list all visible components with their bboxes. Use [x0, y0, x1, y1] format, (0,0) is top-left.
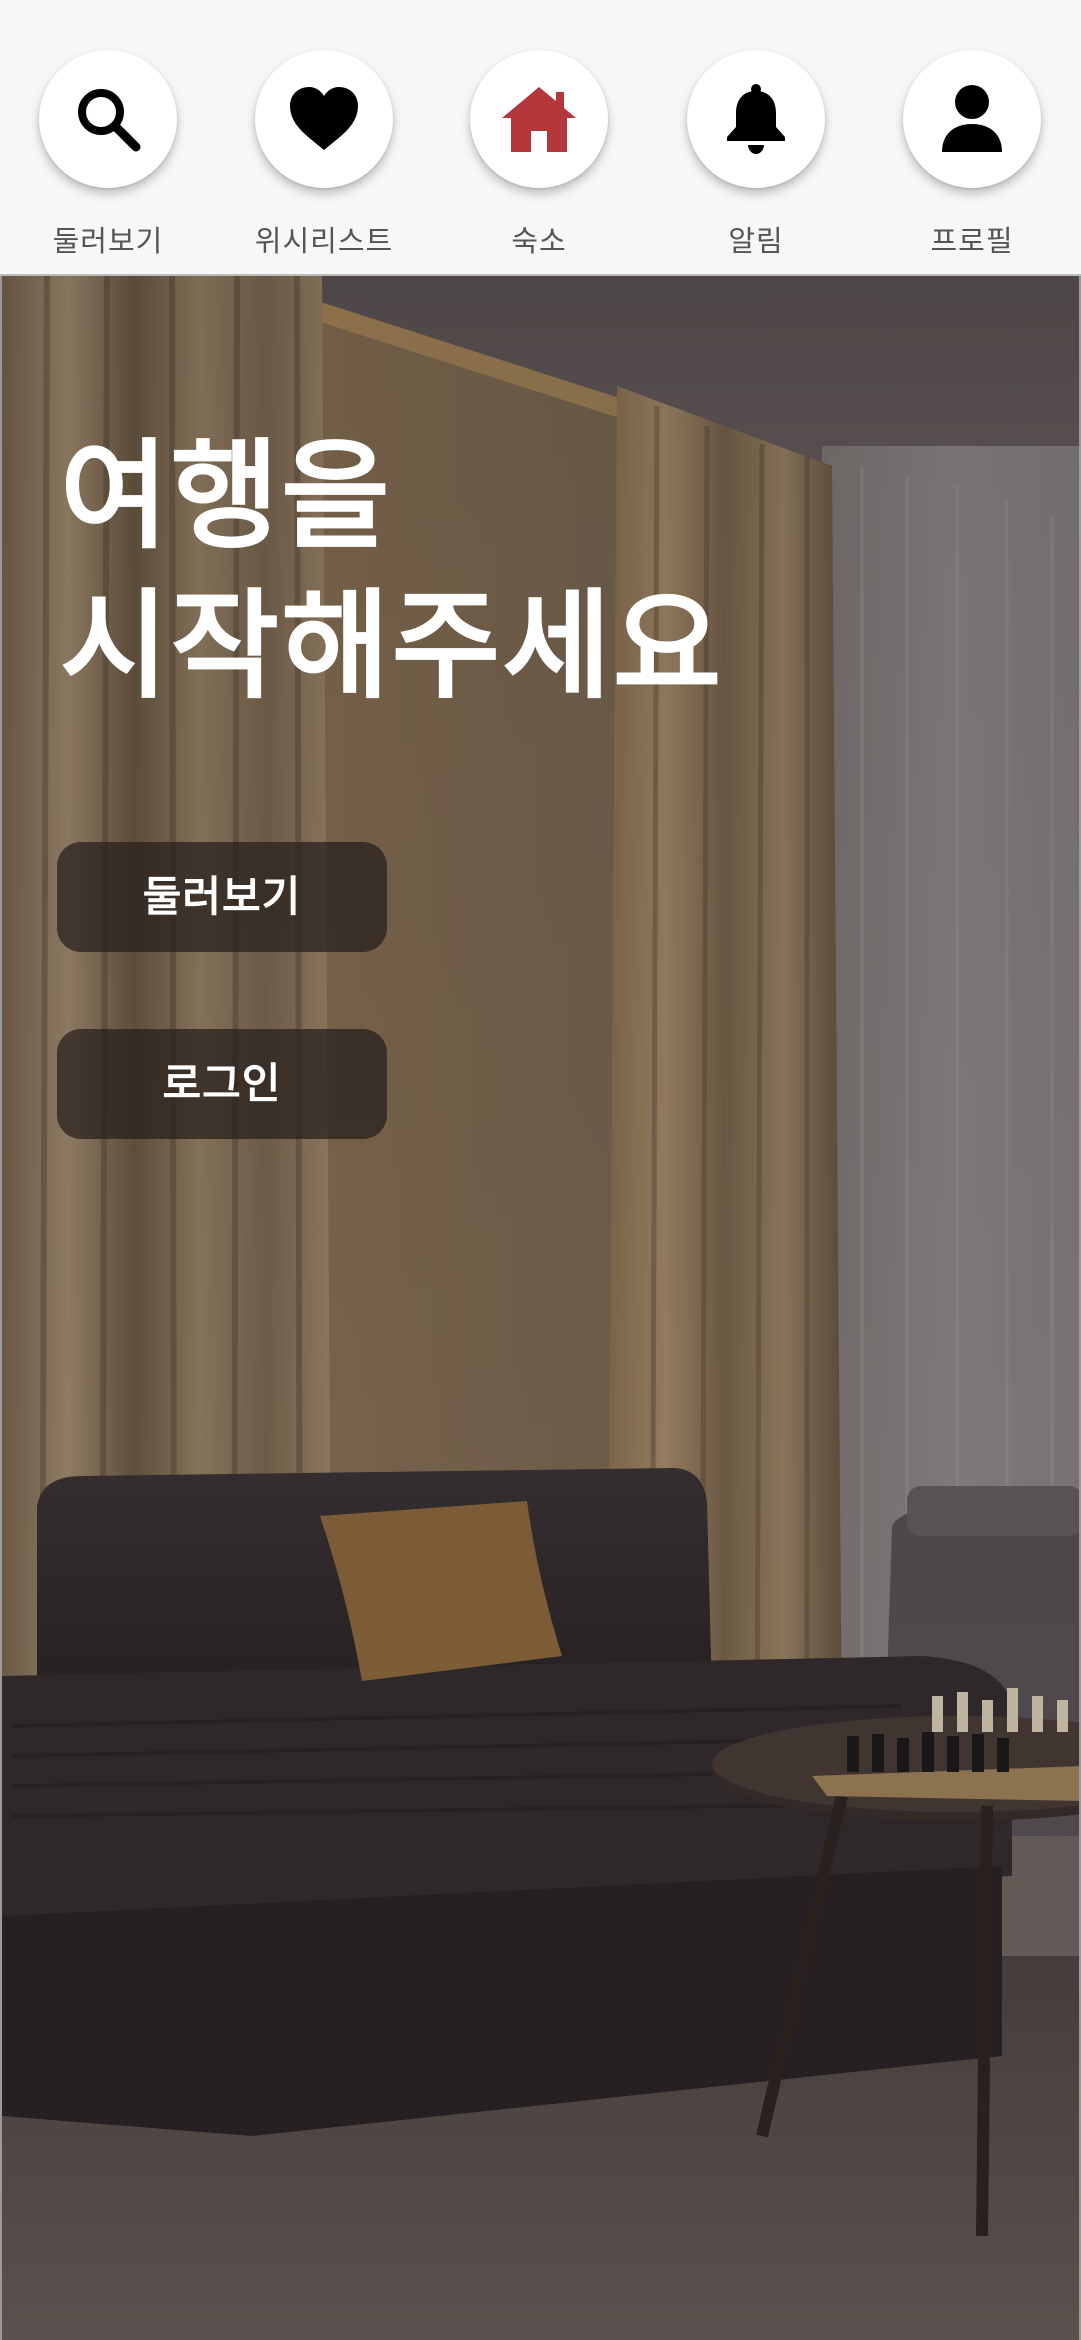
tab-explore-label: 둘러보기: [52, 224, 164, 258]
tab-explore-button[interactable]: [39, 50, 177, 188]
home-icon: [502, 87, 576, 152]
tab-profile[interactable]: 프로필: [872, 50, 1072, 260]
hero-section: 여행을 시작해주세요 둘러보기 로그인: [0, 276, 1081, 2340]
hero-title: 여행을 시작해주세요: [60, 421, 960, 721]
tab-notifications[interactable]: 알림: [656, 50, 856, 260]
login-button[interactable]: 로그인: [57, 1029, 387, 1139]
explore-button[interactable]: 둘러보기: [57, 842, 387, 952]
tab-notifications-label: 알림: [728, 224, 784, 258]
bottom-tab-bar: 둘러보기 위시리스트 숙소 알림 프로필: [0, 0, 1081, 276]
tab-wishlist-button[interactable]: [255, 50, 393, 188]
search-icon: [78, 89, 141, 152]
tab-profile-label: 프로필: [930, 224, 1014, 258]
hero-title-line-1: 여행을: [60, 427, 392, 565]
tab-stays[interactable]: 숙소: [439, 50, 639, 260]
tab-stays-button[interactable]: [470, 50, 608, 188]
tab-explore[interactable]: 둘러보기: [8, 50, 208, 260]
bell-icon: [727, 84, 785, 154]
tab-stays-label: 숙소: [511, 224, 567, 258]
user-icon: [942, 85, 1002, 152]
tab-wishlist-label: 위시리스트: [254, 224, 394, 258]
heart-icon: [290, 87, 358, 150]
tab-notifications-button[interactable]: [687, 50, 825, 188]
hero-title-line-2: 시작해주세요: [60, 577, 724, 715]
tab-wishlist[interactable]: 위시리스트: [224, 50, 424, 260]
tab-profile-button[interactable]: [903, 50, 1041, 188]
